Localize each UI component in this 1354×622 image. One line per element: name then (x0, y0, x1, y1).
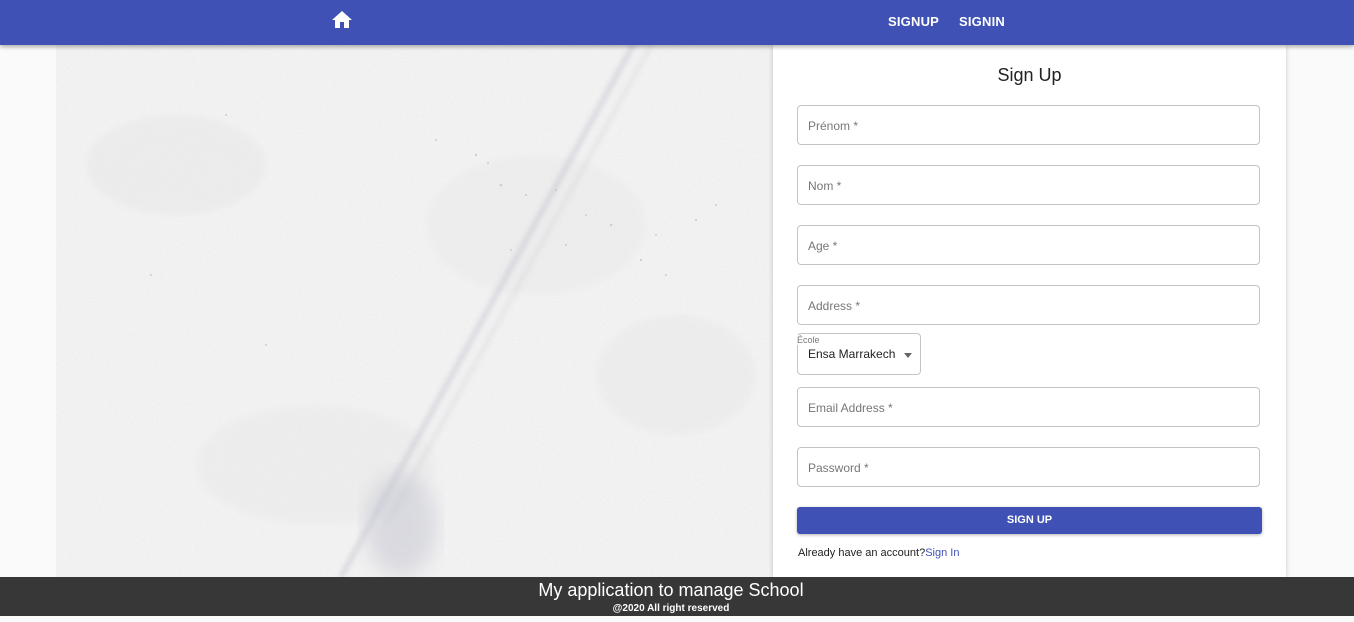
age-field[interactable]: Age * (797, 225, 1260, 265)
footer-title: My application to manage School (538, 580, 804, 600)
signin-link[interactable]: Sign In (925, 547, 959, 559)
nav-signup-link[interactable]: SIGNUP (888, 14, 939, 29)
footer-copyright: @2020 All right reserved (612, 603, 730, 614)
signup-card: Sign Up Prénom * Nom * Age * Address * É… (773, 45, 1286, 577)
age-placeholder: Age * (808, 239, 838, 253)
home-icon (332, 11, 352, 28)
footer: My application to manage School @2020 Al… (0, 577, 1354, 616)
prenom-field[interactable]: Prénom * (797, 105, 1260, 145)
page-title: Sign Up (997, 65, 1062, 85)
nom-field[interactable]: Nom * (797, 165, 1260, 205)
email-placeholder: Email Address * (808, 401, 893, 415)
email-field[interactable]: Email Address * (797, 387, 1260, 427)
dropdown-caret-icon (904, 353, 912, 358)
signin-prompt-row: Already have an account?Sign In (798, 547, 959, 559)
ecole-select[interactable]: École Ensa Marrakech (796, 333, 921, 375)
signup-submit-button[interactable]: SIGN UP (797, 507, 1262, 534)
address-field[interactable]: Address * (797, 285, 1260, 325)
address-placeholder: Address * (808, 299, 861, 313)
prenom-placeholder: Prénom * (808, 119, 859, 133)
ecole-label: École (796, 335, 823, 345)
home-button[interactable] (329, 8, 355, 32)
nav-signin-link[interactable]: SIGNIN (959, 14, 1005, 29)
app-bar: SIGNUP SIGNIN (0, 0, 1354, 45)
nom-placeholder: Nom * (808, 179, 842, 193)
password-field[interactable]: Password * (797, 447, 1260, 487)
signin-prompt-text: Already have an account? (798, 547, 926, 559)
hero-image (56, 45, 773, 577)
ecole-value: Ensa Marrakech (808, 347, 896, 361)
password-placeholder: Password * (808, 461, 869, 475)
